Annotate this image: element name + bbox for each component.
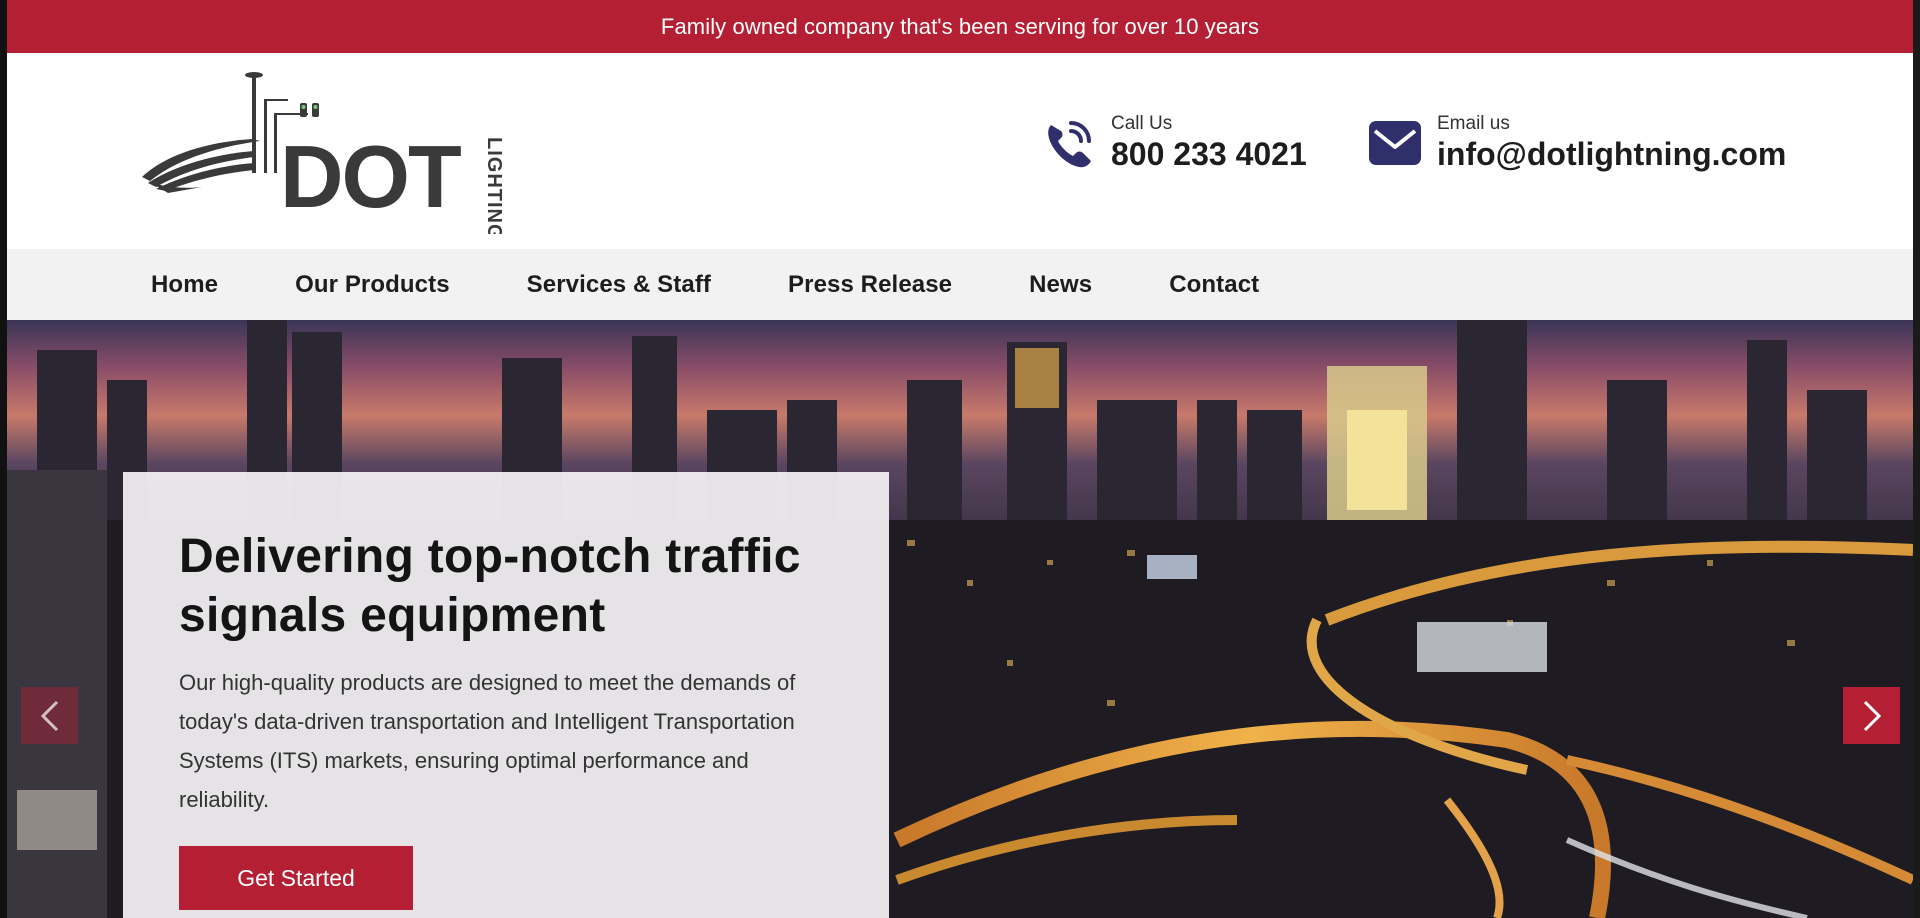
announcement-bar: Family owned company that's been serving… (7, 0, 1913, 53)
hero-slider: Delivering top-notch traffic signals equ… (7, 320, 1913, 918)
announcement-text: Family owned company that's been serving… (660, 13, 1260, 39)
slider-prev-button[interactable] (21, 687, 78, 744)
email-us-label: Email us (1437, 113, 1510, 134)
phone-icon (1048, 121, 1091, 168)
envelope-icon (1369, 121, 1421, 165)
logo-sub-text: LIGHTING (483, 137, 505, 234)
slider-next-button[interactable] (1843, 687, 1900, 744)
email-address[interactable]: info@dotlightning.com (1437, 135, 1786, 173)
window-edge (1913, 0, 1920, 918)
main-nav: Home Our Products Services & Staff Press… (7, 249, 1913, 320)
email-us-block[interactable]: Email us info@dotlightning.com (1367, 113, 1786, 173)
nav-contact[interactable]: Contact (1169, 271, 1259, 299)
nav-home[interactable]: Home (151, 271, 218, 299)
site-header: DOT LIGHTING Call Us 800 233 4021 Email … (7, 53, 1913, 249)
logo-brand-text: DOT (280, 127, 461, 226)
call-us-block[interactable]: Call Us 800 233 4021 (1041, 113, 1307, 173)
chevron-left-icon (40, 700, 58, 731)
dot-lighting-logo[interactable]: DOT LIGHTING (142, 69, 512, 234)
get-started-button[interactable]: Get Started (179, 846, 413, 910)
nav-our-products[interactable]: Our Products (295, 271, 450, 299)
nav-press-release[interactable]: Press Release (788, 271, 952, 299)
hero-card: Delivering top-notch traffic signals equ… (123, 472, 889, 918)
hero-title: Delivering top-notch traffic signals equ… (179, 530, 801, 642)
hero-description: Our high-quality products are designed t… (179, 670, 796, 812)
nav-services-staff[interactable]: Services & Staff (527, 271, 711, 299)
call-us-label: Call Us (1111, 113, 1173, 134)
page: Family owned company that's been serving… (7, 0, 1913, 918)
phone-number[interactable]: 800 233 4021 (1111, 135, 1307, 173)
nav-news[interactable]: News (1029, 271, 1092, 299)
chevron-right-icon (1863, 700, 1881, 731)
